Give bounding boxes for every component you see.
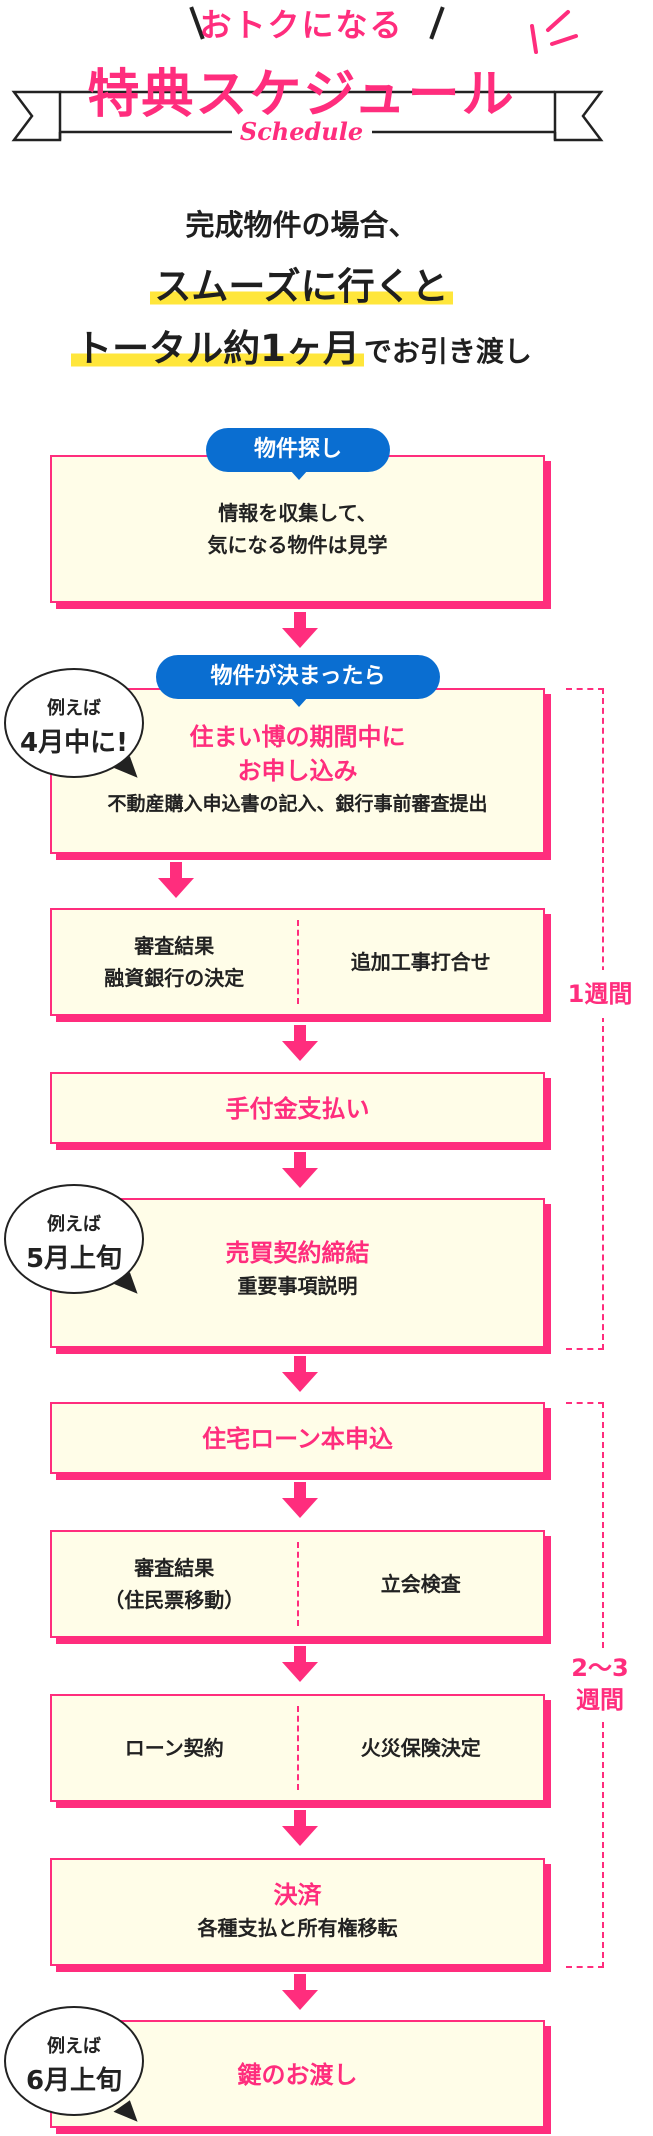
step-review2-box: 審査結果 （住民票移動） 立会検査	[50, 1530, 545, 1638]
intro-line-3: トータル約1ヶ月 でお引き渡し	[0, 318, 603, 372]
step-loan-contract-left: ローン契約	[124, 1736, 224, 1760]
arrow-down-icon	[158, 862, 194, 898]
step-loan-apply-title: 住宅ローン本申込	[202, 1425, 393, 1453]
intro-line-2: スムーズに行くと	[0, 256, 603, 310]
arrow-down-icon	[282, 612, 318, 648]
step-review2-left2: （住民票移動）	[104, 1588, 245, 1612]
arrow-down-icon	[282, 1810, 318, 1846]
step-search-line2: 気になる物件は見学	[207, 533, 388, 557]
step-review-left1: 審査結果	[134, 934, 215, 958]
period-label-2-3weeks-line2: 週間	[576, 1686, 624, 1714]
bubble-line1: 例えば	[47, 1214, 101, 1235]
step-review-box: 審査結果 融資銀行の決定 追加工事打合せ	[50, 908, 545, 1016]
pill-pointer-icon	[290, 697, 308, 707]
bubble-line1: 例えば	[47, 2036, 101, 2057]
arrow-down-icon	[282, 1025, 318, 1061]
pill-pointer-icon	[290, 470, 308, 480]
header-big-title: 特典スケジュール	[87, 65, 516, 125]
step-deposit-box: 手付金支払い	[50, 1072, 545, 1144]
step-loan-contract-box: ローン契約 火災保険決定	[50, 1694, 545, 1802]
step-review-right: 追加工事打合せ	[350, 950, 491, 974]
step-settlement-sub: 各種支払と所有権移転	[197, 1916, 398, 1940]
arrow-down-icon	[282, 1356, 318, 1392]
period-bracket-1week	[566, 688, 604, 1350]
arrow-down-icon	[282, 1646, 318, 1682]
arrow-down-icon	[282, 1152, 318, 1188]
step-loan-contract-right: 火災保険決定	[360, 1736, 481, 1760]
step-review2-right: 立会検査	[380, 1572, 461, 1596]
step-settlement-title: 決済	[273, 1881, 322, 1909]
step-review-left2: 融資銀行の決定	[104, 966, 245, 990]
step-review2-left1: 審査結果	[134, 1556, 215, 1580]
sparkle-icon	[520, 4, 580, 54]
header-script-title: Schedule	[239, 117, 364, 146]
period-label-2-3weeks: 2～3 週間	[560, 1652, 640, 1716]
example-bubble-may: 例えば 5月上旬	[4, 1184, 144, 1294]
step-settlement-box: 決済 各種支払と所有権移転	[50, 1858, 545, 1966]
step-search-pill: 物件探し	[206, 428, 390, 472]
bubble-line1: 例えば	[47, 698, 101, 719]
intro-line-3-rest: でお引き渡し	[363, 335, 532, 368]
intro-line-2-highlight: スムーズに行くと	[150, 265, 453, 308]
intro-line-1: 完成物件の場合、	[185, 208, 418, 242]
step-search-line1: 情報を収集して、	[218, 501, 377, 525]
bubble-line2: 6月上旬	[25, 2066, 123, 2096]
period-label-1week: 1週間	[567, 980, 633, 1008]
example-bubble-june: 例えば 6月上旬	[4, 2006, 144, 2116]
step-decided-sub: 不動産購入申込書の記入、銀行事前審査提出	[107, 793, 488, 815]
bubble-line2: 4月中に!	[20, 728, 128, 758]
bubble-line2: 5月上旬	[25, 1244, 123, 1274]
period-label-2-3weeks-line1: 2～3	[571, 1654, 629, 1682]
step-loan-apply-box: 住宅ローン本申込	[50, 1402, 545, 1474]
step-deposit-title: 手付金支払い	[225, 1095, 370, 1123]
example-bubble-april: 例えば 4月中に!	[4, 668, 144, 778]
arrow-down-icon	[282, 1974, 318, 2010]
header-small-title: おトクになる	[199, 6, 404, 44]
arrow-down-icon	[282, 1482, 318, 1518]
step-decided-pill: 物件が決まったら	[156, 655, 440, 699]
intro-line-3-highlight: トータル約1ヶ月	[71, 327, 364, 370]
